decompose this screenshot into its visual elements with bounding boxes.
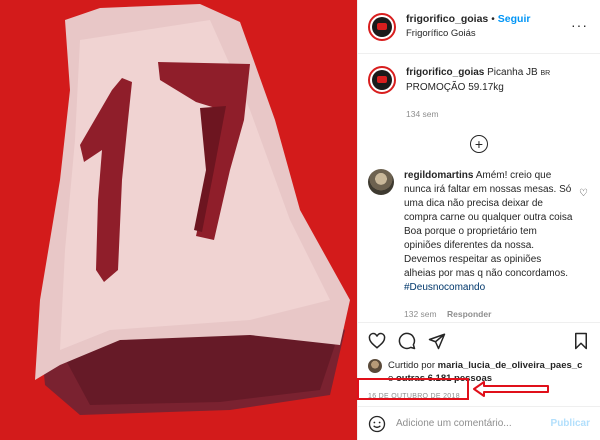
likes-user[interactable]: maria_lucia_de_oliveira_paes_c	[438, 360, 583, 371]
post-image[interactable]	[0, 0, 357, 440]
comment-composer: Adicione um comentário... Publicar	[358, 406, 600, 440]
location-link[interactable]: Frigorífico Goiás	[406, 27, 530, 41]
header-username[interactable]: frigorifico_goias	[406, 13, 488, 25]
comment-input[interactable]: Adicione um comentário...	[396, 418, 551, 429]
annotation-box	[357, 378, 469, 400]
comment-like-icon[interactable]: ♡	[579, 188, 588, 199]
hashtag-link[interactable]: #Deusnocomando	[404, 282, 485, 293]
caption-text: Picanha JB	[487, 67, 538, 78]
caption-item: frigorifico_goias Picanha JB BR PROMOÇÃO…	[368, 66, 590, 121]
brand-logo-icon	[372, 70, 392, 90]
more-icon[interactable]: ···	[571, 18, 588, 32]
flag-icon: BR	[540, 70, 551, 77]
avatar	[368, 359, 382, 373]
comment-username[interactable]: regildomartins	[404, 170, 473, 181]
comment-item: regildomartins Amém! creio que nunca irá…	[368, 169, 590, 321]
caption-age: 134 sem	[406, 109, 439, 119]
publish-button[interactable]: Publicar	[551, 418, 590, 429]
likes-prefix: Curtido por	[388, 360, 435, 371]
reply-button[interactable]: Responder	[447, 309, 491, 319]
avatar[interactable]	[368, 66, 396, 94]
smile-icon[interactable]	[368, 415, 386, 433]
post-header: frigorifico_goias • Seguir Frigorífico Goi…	[358, 0, 600, 54]
bookmark-icon[interactable]	[572, 332, 590, 350]
comment-icon[interactable]	[398, 332, 416, 350]
share-icon[interactable]	[428, 332, 446, 350]
post-panel: frigorifico_goias • Seguir Frigorífico Goi…	[357, 0, 600, 440]
plus-circle-icon[interactable]: +	[470, 135, 488, 153]
avatar[interactable]	[368, 169, 394, 195]
comments-list: frigorifico_goias Picanha JB BR PROMOÇÃO…	[358, 54, 600, 322]
heart-icon[interactable]	[368, 332, 386, 350]
comment-text: Amém! creio que nunca irá faltar em noss…	[404, 170, 573, 279]
caption-tail: PROMOÇÃO 59.17kg	[406, 82, 504, 93]
caption-username[interactable]: frigorifico_goias	[406, 67, 484, 78]
comment-age: 132 sem	[404, 309, 437, 319]
arrow-icon	[473, 381, 549, 397]
separator-dot: •	[491, 14, 495, 25]
follow-button[interactable]: Seguir	[498, 13, 531, 25]
brand-logo-icon	[372, 16, 392, 37]
avatar[interactable]	[368, 12, 396, 41]
